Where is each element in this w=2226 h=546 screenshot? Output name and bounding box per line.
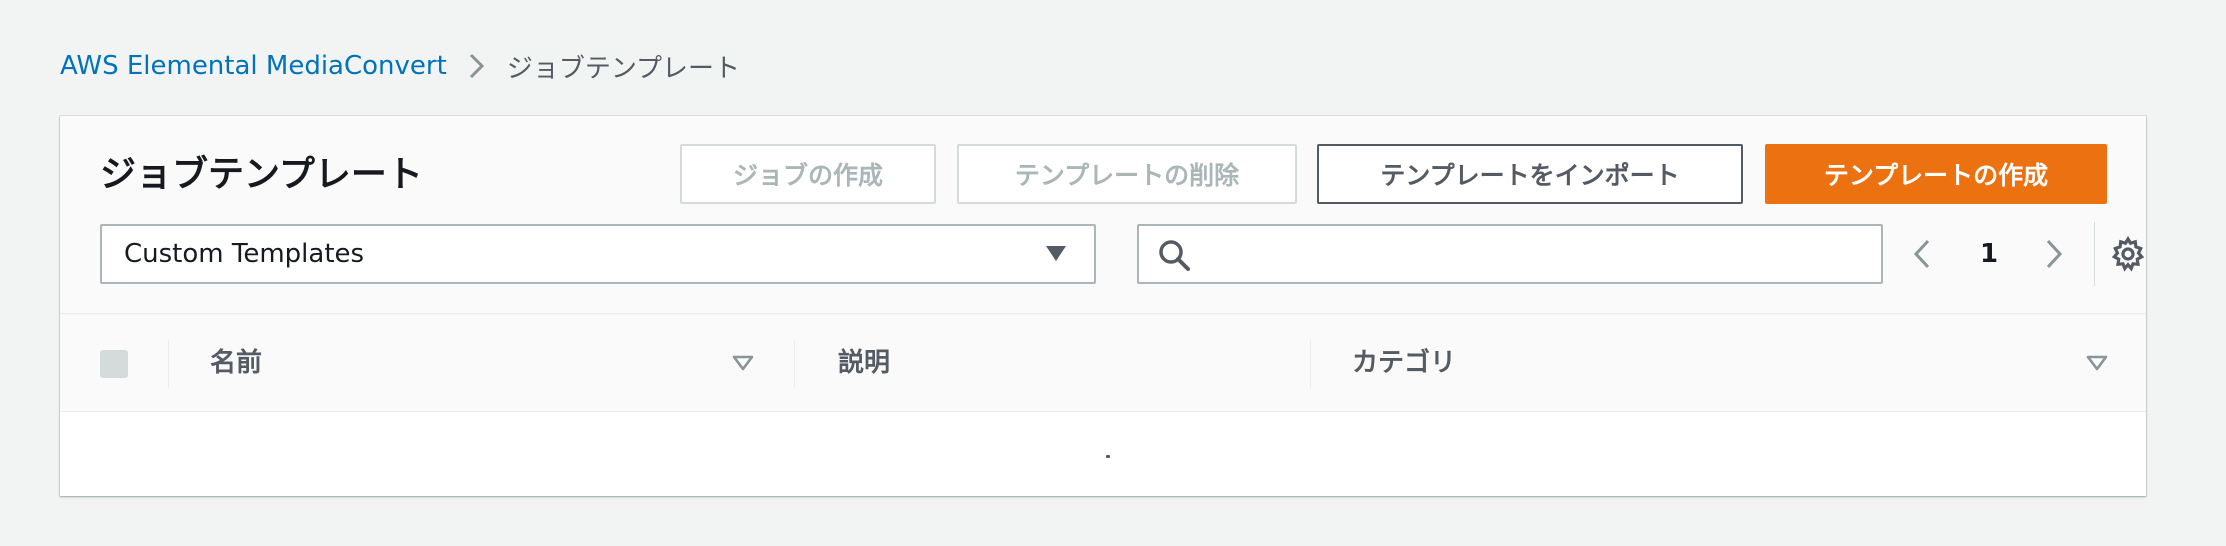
create-template-button[interactable]: テンプレートの作成 xyxy=(1765,144,2107,204)
column-divider xyxy=(794,340,795,388)
chevron-left-icon xyxy=(1913,239,1930,269)
column-divider xyxy=(1310,340,1311,388)
sort-down-icon[interactable] xyxy=(2086,354,2108,372)
search-input[interactable] xyxy=(1201,232,1871,276)
select-all-checkbox[interactable] xyxy=(100,350,128,378)
create-job-button[interactable]: ジョブの作成 xyxy=(680,144,936,204)
breadcrumb: AWS Elemental MediaConvert ジョブテンプレート xyxy=(60,48,740,84)
panel-header: ジョブテンプレート ジョブの作成 テンプレートの削除 テンプレートをインポート … xyxy=(60,116,2146,314)
sort-down-icon[interactable] xyxy=(732,354,754,372)
import-template-button[interactable]: テンプレートをインポート xyxy=(1317,144,1743,204)
breadcrumb-current: ジョブテンプレート xyxy=(506,53,741,84)
template-category-select[interactable]: Custom Templates xyxy=(100,224,1096,284)
column-header-name[interactable]: 名前 xyxy=(210,344,262,382)
gear-icon[interactable] xyxy=(2110,236,2146,272)
caret-down-icon xyxy=(1046,246,1066,261)
search-icon xyxy=(1159,240,1190,271)
table-body xyxy=(60,413,2146,496)
loading-indicator xyxy=(1106,455,1110,458)
column-header-description[interactable]: 説明 xyxy=(838,344,890,382)
delete-template-button[interactable]: テンプレートの削除 xyxy=(957,144,1297,204)
search-field[interactable] xyxy=(1137,224,1883,284)
breadcrumb-link-mediaconvert[interactable]: AWS Elemental MediaConvert xyxy=(60,51,447,81)
chevron-right-icon xyxy=(2046,239,2063,269)
divider xyxy=(2094,222,2095,286)
pagination-page-1[interactable]: 1 xyxy=(1964,224,2014,284)
pagination-previous-button[interactable] xyxy=(1902,224,1942,284)
chevron-right-icon xyxy=(447,51,507,81)
select-value: Custom Templates xyxy=(124,239,365,269)
pagination-next-button[interactable] xyxy=(2034,224,2074,284)
table-header: 名前 説明 カテゴリ xyxy=(60,314,2146,412)
column-divider xyxy=(168,340,169,388)
job-templates-panel: ジョブテンプレート ジョブの作成 テンプレートの削除 テンプレートをインポート … xyxy=(60,116,2146,496)
page-title: ジョブテンプレート xyxy=(100,154,423,195)
column-header-category[interactable]: カテゴリ xyxy=(1352,344,1456,382)
